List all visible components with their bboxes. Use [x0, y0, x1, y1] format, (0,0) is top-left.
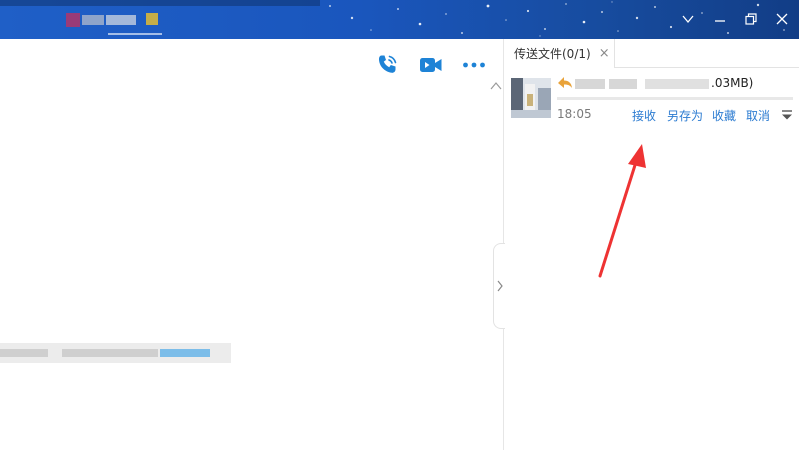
- more-icon[interactable]: [461, 52, 487, 78]
- more-options-icon[interactable]: [780, 108, 794, 122]
- minimize-icon[interactable]: [709, 8, 731, 30]
- save-as-button[interactable]: 另存为: [667, 107, 703, 124]
- restore-icon[interactable]: [740, 8, 762, 30]
- file-name-blurred: [645, 79, 709, 89]
- title-bar: [0, 0, 799, 39]
- phone-call-icon[interactable]: [374, 52, 400, 78]
- chevron-right-icon: [497, 280, 503, 292]
- collapse-up-icon[interactable]: [490, 81, 502, 91]
- file-transfer-panel: 传送文件(0/1) × .03MB) 18:05 接收 另存为 收藏 取消: [505, 39, 799, 450]
- favorite-button[interactable]: 收藏: [712, 107, 736, 124]
- chat-area: [0, 39, 504, 450]
- chat-message-blurred: [0, 343, 231, 363]
- incoming-file-icon: [558, 77, 572, 88]
- file-thumbnail[interactable]: [511, 78, 551, 118]
- chevron-down-icon[interactable]: [677, 8, 699, 30]
- file-time: 18:05: [557, 107, 592, 121]
- tab-file-transfer[interactable]: 传送文件(0/1) ×: [505, 39, 615, 68]
- close-icon[interactable]: [771, 8, 793, 30]
- title-shadow-strip: [0, 0, 320, 6]
- video-call-icon[interactable]: [418, 52, 444, 78]
- file-name-blurred: [609, 79, 637, 89]
- tab-close-icon[interactable]: ×: [599, 46, 610, 61]
- file-size: .03MB): [711, 76, 754, 90]
- cancel-button[interactable]: 取消: [746, 107, 770, 124]
- panel-toggle-handle[interactable]: [493, 243, 505, 329]
- tab-file-transfer-label: 传送文件(0/1): [514, 47, 591, 61]
- tab-divider: [615, 67, 799, 68]
- receive-button[interactable]: 接收: [632, 107, 656, 124]
- contact-name-blurred: [66, 9, 162, 35]
- file-name-blurred: [575, 79, 605, 89]
- transfer-progress-bar: [557, 97, 793, 100]
